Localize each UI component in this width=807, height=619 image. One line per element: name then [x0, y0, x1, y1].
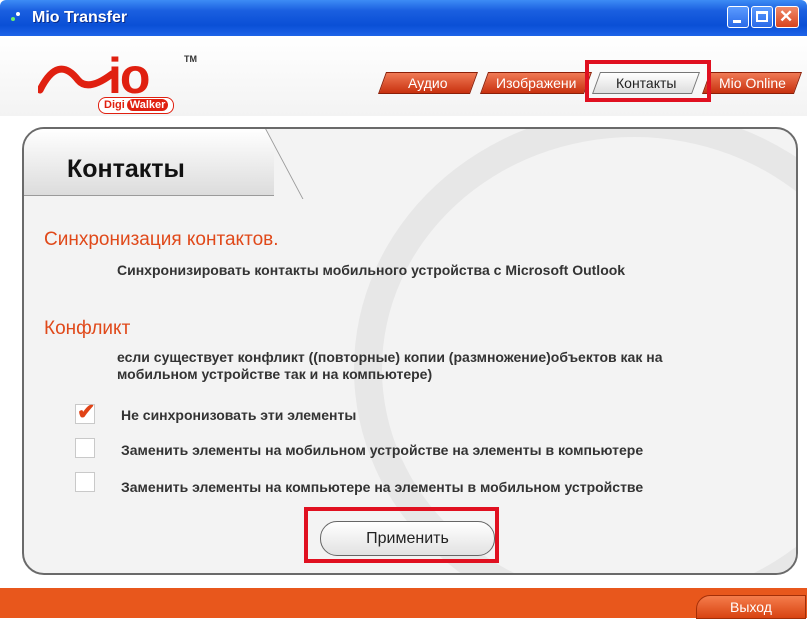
sync-description: Синхронизировать контакты мобильного уст… — [117, 262, 626, 278]
tab-contacts[interactable]: Контакты — [591, 72, 701, 94]
contacts-panel: Контакты Синхронизация контактов. Синхро… — [22, 127, 798, 575]
title-bar: Mio Transfer ✕ — [0, 0, 807, 36]
panel-header: Контакты — [24, 129, 274, 196]
tab-audio-label: Аудио — [408, 75, 448, 91]
option-replace-computer-checkbox[interactable] — [75, 472, 95, 492]
logo-badge-digi: Digi — [104, 99, 125, 111]
option-replace-device-label: Заменить элементы на мобильном устройств… — [121, 442, 644, 458]
apply-button[interactable]: Применить — [320, 521, 495, 556]
tab-images-label: Изображени — [495, 75, 577, 91]
minimize-button[interactable] — [727, 6, 749, 28]
close-button[interactable]: ✕ — [775, 6, 799, 28]
maximize-button[interactable] — [751, 6, 773, 28]
option-replace-computer-label: Заменить элементы на компьютере на элеме… — [121, 479, 644, 495]
tab-mio-online[interactable]: Mio Online — [701, 72, 803, 94]
option-replace-device-checkbox[interactable] — [75, 438, 95, 458]
exit-button[interactable]: Выход — [696, 595, 806, 619]
tab-contacts-label: Контакты — [615, 75, 677, 91]
conflict-description-line2: мобильном устройстве так и на компьютере… — [117, 366, 433, 382]
maximize-icon — [756, 11, 768, 22]
tab-audio[interactable]: Аудио — [377, 72, 479, 94]
option-dont-sync-checkbox[interactable]: ✔ — [75, 399, 95, 424]
mio-logo: io TM Digi Walker — [38, 48, 197, 114]
checkmark-icon: ✔ — [77, 399, 96, 424]
conflict-description-line1: если существует конфликт ((повторные) ко… — [117, 349, 663, 365]
close-icon: ✕ — [779, 7, 794, 26]
logo-tm: TM — [184, 54, 197, 64]
logo-swoosh-icon — [38, 65, 114, 94]
page-title: Контакты — [67, 155, 185, 183]
logo-badge: Digi Walker — [98, 97, 175, 114]
conflict-heading: Конфликт — [44, 318, 131, 339]
minimize-icon — [733, 20, 741, 23]
window-title: Mio Transfer — [32, 9, 128, 26]
footer-bar — [0, 588, 807, 618]
tab-images[interactable]: Изображени — [479, 72, 593, 94]
sync-heading: Синхронизация контактов. — [44, 229, 279, 250]
app-icon — [11, 12, 20, 21]
logo-badge-walker: Walker — [126, 99, 169, 111]
tab-mio-online-label: Mio Online — [718, 75, 786, 91]
option-dont-sync-label: Не синхронизовать эти элементы — [121, 407, 357, 423]
